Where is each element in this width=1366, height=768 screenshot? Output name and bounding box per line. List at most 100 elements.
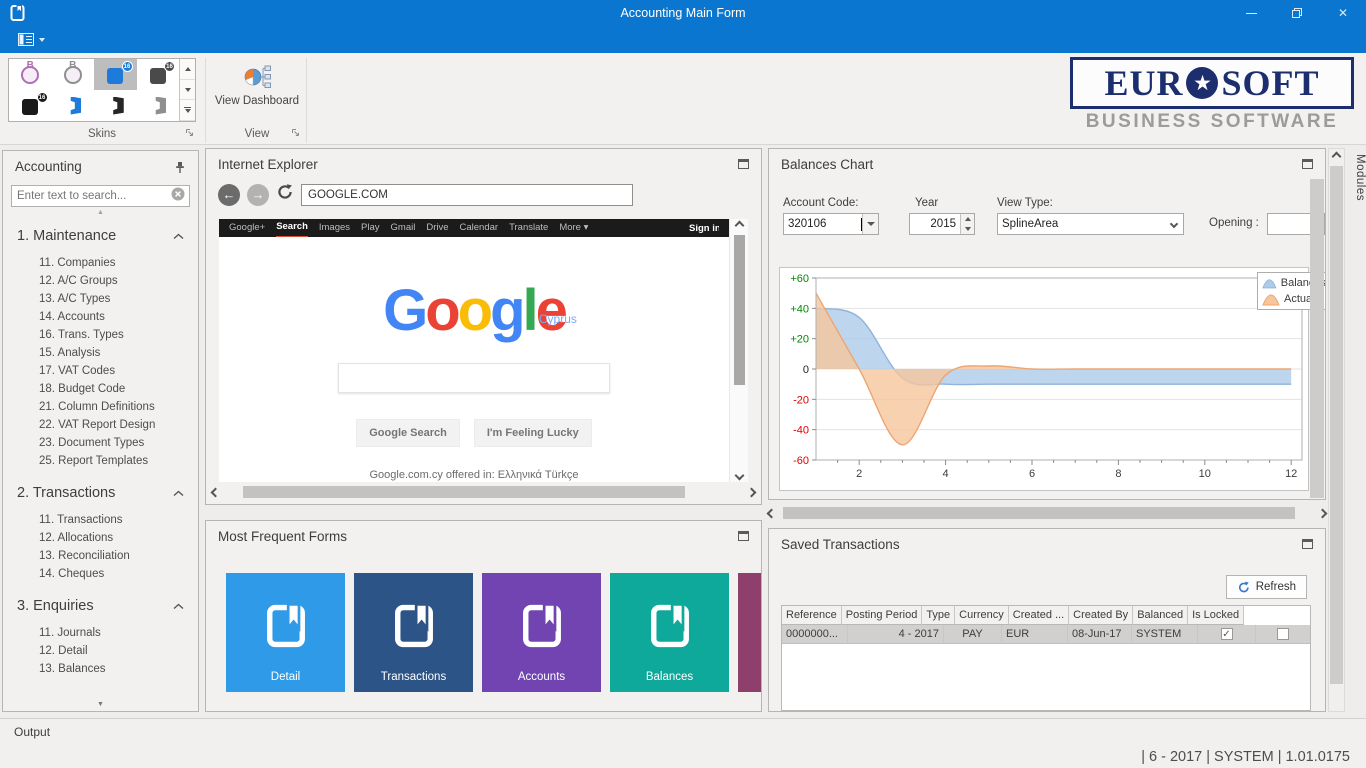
sidebar-item[interactable]: 14. Cheques — [3, 565, 198, 583]
gallery-expand[interactable] — [180, 100, 195, 121]
sidebar-item[interactable]: 13. A/C Types — [3, 290, 198, 308]
close-button[interactable]: ✕ — [1320, 0, 1366, 26]
view-dashboard-button[interactable]: View Dashboard — [212, 58, 302, 122]
sidebar-item[interactable]: 11. Companies — [3, 254, 198, 272]
sidebar-section-header[interactable]: 1. Maintenance — [3, 219, 198, 250]
google-search-button[interactable]: Google Search — [356, 419, 460, 447]
skin-item[interactable] — [52, 90, 95, 121]
sidebar-item[interactable]: 15. Analysis — [3, 344, 198, 362]
form-tile[interactable]: Accounts — [482, 573, 601, 692]
forward-button[interactable]: → — [247, 184, 269, 206]
scroll-thumb[interactable] — [1330, 166, 1343, 684]
sidebar-item[interactable]: 13. Reconciliation — [3, 547, 198, 565]
combo-dropdown-icon[interactable] — [862, 214, 878, 234]
column-header[interactable]: Created ... — [1009, 606, 1069, 625]
restore-button[interactable] — [1274, 0, 1320, 26]
sign-in-link[interactable]: Sign in — [689, 223, 719, 234]
url-input[interactable] — [301, 184, 633, 206]
google-nav-link[interactable]: Drive — [426, 219, 448, 237]
google-nav-link[interactable]: Images — [319, 219, 350, 237]
table-row[interactable]: 0000000... 4 - 2017 PAY EUR 08-Jun-17 SY… — [782, 625, 1310, 644]
scroll-down-icon[interactable] — [734, 471, 744, 481]
form-tile[interactable]: Transactions — [354, 573, 473, 692]
maximize-icon[interactable] — [738, 531, 749, 541]
google-search-input[interactable] — [338, 363, 610, 393]
sidebar-item[interactable]: 21. Column Definitions — [3, 398, 198, 416]
sidebar-item[interactable]: 17. VAT Codes — [3, 362, 198, 380]
chart-panel-vertical-scrollbar[interactable] — [1310, 179, 1324, 498]
scroll-up-icon[interactable] — [734, 221, 744, 231]
sidebar-scroll-up-icon[interactable]: ▲ — [3, 207, 198, 219]
back-button[interactable]: ← — [218, 184, 240, 206]
view-type-select[interactable]: SplineArea — [997, 213, 1184, 235]
sidebar-item[interactable]: 11. Transactions — [3, 511, 198, 529]
sidebar-section-header[interactable]: 2. Transactions — [3, 476, 198, 507]
reading-pane-button[interactable] — [18, 33, 45, 46]
sidebar-item[interactable]: 12. A/C Groups — [3, 272, 198, 290]
scroll-up-icon[interactable] — [1332, 152, 1342, 162]
google-nav-link[interactable]: Play — [361, 219, 379, 237]
google-nav-link[interactable]: Google+ — [229, 219, 265, 237]
maximize-icon[interactable] — [1302, 159, 1313, 169]
ie-horizontal-scrollbar[interactable] — [212, 483, 755, 501]
scroll-thumb[interactable] — [783, 507, 1295, 519]
sidebar-item[interactable]: 23. Document Types — [3, 434, 198, 452]
sidebar-item[interactable]: 12. Detail — [3, 642, 198, 660]
refresh-button[interactable]: Refresh — [1226, 575, 1307, 599]
column-header[interactable]: Type — [922, 606, 955, 625]
sidebar-item[interactable]: 11. Journals — [3, 624, 198, 642]
main-vertical-scrollbar[interactable] — [1328, 148, 1345, 712]
skin-item[interactable]: 16 — [9, 90, 52, 121]
maximize-icon[interactable] — [1302, 539, 1313, 549]
sidebar-item[interactable]: 22. VAT Report Design — [3, 416, 198, 434]
skin-item[interactable] — [137, 90, 180, 121]
skin-item[interactable]: B — [52, 59, 95, 90]
scroll-right-icon[interactable] — [1318, 508, 1328, 518]
sidebar-scroll-down-icon[interactable]: ▼ — [3, 700, 198, 710]
refresh-button[interactable] — [276, 183, 294, 206]
google-nav-link[interactable]: Calendar — [460, 219, 499, 237]
scroll-left-icon[interactable] — [767, 508, 777, 518]
sidebar-item[interactable]: 12. Allocations — [3, 529, 198, 547]
form-tile[interactable] — [738, 573, 761, 692]
column-header[interactable]: Balanced — [1133, 606, 1188, 625]
skin-item[interactable] — [94, 90, 137, 121]
minimize-button[interactable] — [1228, 0, 1274, 26]
gallery-scroll-up[interactable] — [180, 59, 195, 80]
search-input[interactable] — [17, 190, 171, 202]
google-nav-link[interactable]: More ▾ — [559, 219, 588, 237]
sidebar-item[interactable]: 14. Accounts — [3, 308, 198, 326]
scroll-thumb[interactable] — [734, 235, 745, 385]
balanced-checkbox[interactable]: ✓ — [1221, 628, 1233, 640]
skin-item[interactable]: 16 — [137, 59, 180, 90]
clear-search-icon[interactable] — [171, 187, 185, 206]
scroll-right-icon[interactable] — [747, 487, 757, 497]
is-locked-checkbox[interactable] — [1277, 628, 1289, 640]
feeling-lucky-button[interactable]: I'm Feeling Lucky — [474, 419, 592, 447]
sidebar-section-header[interactable]: 3. Enquiries — [3, 589, 198, 620]
column-header[interactable]: Reference — [782, 606, 842, 625]
google-nav-link[interactable]: Search — [276, 219, 308, 237]
modules-tab[interactable]: Modules — [1347, 150, 1366, 350]
column-header[interactable]: Currency — [955, 606, 1009, 625]
column-header[interactable]: Is Locked — [1188, 606, 1244, 625]
form-tile[interactable]: Balances — [610, 573, 729, 692]
skin-item[interactable]: 16 — [94, 59, 137, 90]
column-header[interactable]: Created By — [1069, 606, 1133, 625]
sidebar-item[interactable]: 25. Report Templates — [3, 452, 198, 470]
scroll-left-icon[interactable] — [211, 487, 221, 497]
sidebar-item[interactable]: 13. Balances — [3, 660, 198, 678]
skin-item[interactable]: B — [9, 59, 52, 90]
sidebar-item[interactable]: 16. Trans. Types — [3, 326, 198, 344]
gallery-scroll-down[interactable] — [180, 80, 195, 101]
google-nav-link[interactable]: Gmail — [391, 219, 416, 237]
year-spinner[interactable]: 2015 — [909, 213, 975, 235]
view-dialog-launcher[interactable] — [291, 128, 300, 140]
account-code-combo[interactable]: 320106 — [783, 213, 879, 235]
chart-horizontal-scrollbar[interactable] — [768, 503, 1326, 523]
spinner-buttons[interactable] — [960, 214, 974, 234]
sidebar-item[interactable]: 18. Budget Code — [3, 380, 198, 398]
output-bar[interactable]: Output — [0, 718, 1366, 745]
form-tile[interactable]: Detail — [226, 573, 345, 692]
google-nav-link[interactable]: Translate — [509, 219, 548, 237]
